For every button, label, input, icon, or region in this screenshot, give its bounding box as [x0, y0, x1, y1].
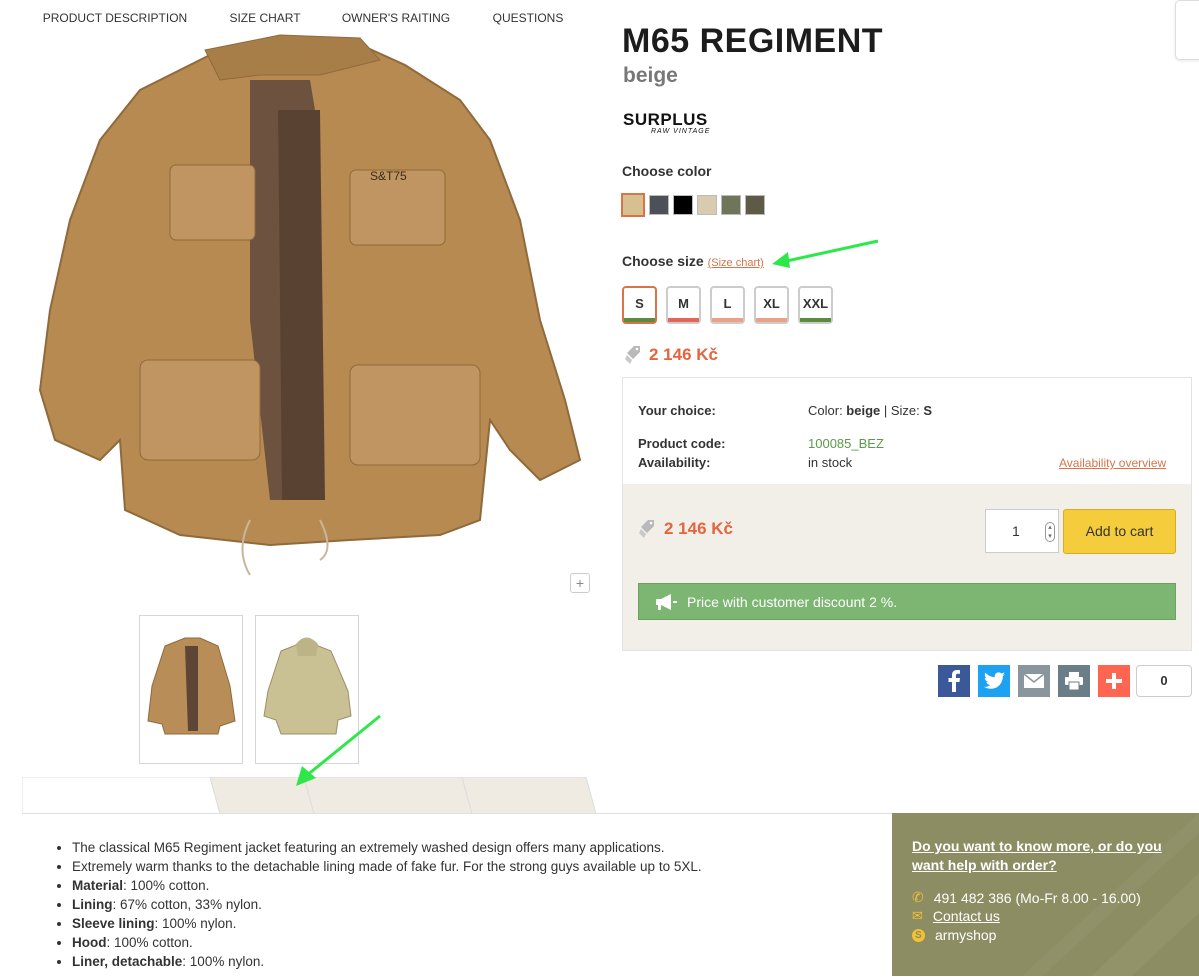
discount-text: Price with customer discount 2 %.: [687, 593, 898, 610]
size-option-l[interactable]: L: [710, 286, 745, 324]
facebook-share-button[interactable]: [938, 665, 970, 697]
discount-banner: Price with customer discount 2 %.: [638, 583, 1176, 620]
list-item: Extremely warm thanks to the detachable …: [72, 857, 892, 876]
quantity-value: 1: [1012, 523, 1020, 539]
phone-text: 491 482 386 (Mo-Fr 8.00 - 16.00): [933, 889, 1141, 906]
help-phone: ✆ 491 482 386 (Mo-Fr 8.00 - 16.00): [912, 889, 1141, 906]
product-color-subtitle: beige: [623, 64, 678, 87]
megaphone-icon: [656, 593, 677, 610]
choose-size-text: Choose size: [622, 253, 704, 269]
brand-logo[interactable]: SURPLUS RAW VINTAGE: [623, 110, 710, 135]
twitter-icon: [984, 672, 1005, 689]
choose-size-label: Choose size (Size chart): [622, 253, 764, 269]
size-option-s[interactable]: S: [622, 286, 657, 324]
tab-owners-rating[interactable]: OWNER'S RAITING: [314, 0, 478, 37]
color-swatches: [621, 193, 765, 217]
color-swatch-desert-camo[interactable]: [697, 195, 717, 215]
price-tag-icon: [639, 520, 654, 538]
buy-price: 2 146 Kč: [638, 519, 733, 539]
availability-value: in stock: [808, 455, 853, 470]
email-share-button[interactable]: [1018, 665, 1050, 697]
contact-us-link[interactable]: Contact us: [933, 908, 1000, 924]
color-swatch-beige[interactable]: [621, 193, 645, 217]
buy-price-value: 2 146 Kč: [664, 519, 733, 538]
share-count: 0: [1136, 665, 1192, 697]
brand-tagline: RAW VINTAGE: [651, 128, 711, 135]
help-contact: ✉ Contact us: [912, 908, 1000, 924]
size-options: S M L XL XXL: [622, 286, 833, 324]
choose-color-label: Choose color: [622, 163, 712, 179]
printer-icon: [1065, 672, 1083, 690]
list-item: Material: 100% cotton.: [72, 876, 892, 895]
facebook-icon: [948, 670, 960, 692]
annotation-arrow-icon: [296, 714, 381, 786]
list-item: Liner, detachable: 100% nylon.: [72, 952, 892, 971]
side-widget[interactable]: [1175, 0, 1199, 60]
zoom-button[interactable]: +: [570, 573, 590, 593]
list-item: Lining: 67% cotton, 33% nylon.: [72, 895, 892, 914]
tab-size-chart[interactable]: SIZE CHART: [218, 0, 312, 37]
annotation-arrow-icon: [772, 239, 879, 268]
price-value: 2 146 Kč: [649, 345, 718, 364]
availability-label: Availability:: [638, 455, 711, 470]
product-main-image[interactable]: S&T75: [20, 20, 600, 580]
list-item: Sleeve lining: 100% nylon.: [72, 914, 892, 933]
color-swatch-woodland-camo[interactable]: [745, 195, 765, 215]
price-tag-icon: [625, 346, 640, 364]
your-choice-value: Color: beige | Size: S: [808, 403, 933, 418]
print-button[interactable]: [1058, 665, 1090, 697]
tab-product-description[interactable]: PRODUCT DESCRIPTION: [22, 0, 208, 37]
description-list: The classical M65 Regiment jacket featur…: [52, 838, 892, 971]
availability-overview-link[interactable]: Availability overview: [1059, 456, 1166, 470]
color-swatch-olive[interactable]: [721, 195, 741, 215]
size-option-m[interactable]: M: [666, 286, 701, 324]
size-option-xl[interactable]: XL: [754, 286, 789, 324]
brand-name: SURPLUS: [623, 110, 708, 129]
tab-questions[interactable]: QUESTIONS: [472, 0, 584, 37]
plus-icon: [1106, 673, 1122, 689]
phone-icon: ✆: [912, 889, 924, 905]
quantity-stepper[interactable]: ▴ ▾: [1045, 522, 1055, 542]
list-item: The classical M65 Regiment jacket featur…: [72, 838, 892, 857]
twitter-share-button[interactable]: [978, 665, 1010, 697]
help-question-link[interactable]: Do you want to know more, or do you want…: [912, 837, 1182, 875]
list-item: Hood: 100% cotton.: [72, 933, 892, 952]
product-title: M65 REGIMENT: [622, 22, 884, 60]
add-to-cart-button[interactable]: Add to cart: [1063, 509, 1176, 554]
size-chart-link[interactable]: (Size chart): [708, 257, 764, 269]
price-top: 2 146 Kč: [624, 345, 718, 365]
skype-name[interactable]: armyshop: [935, 927, 996, 943]
email-icon: [1023, 673, 1045, 688]
email-icon: ✉: [912, 908, 923, 923]
color-swatch-black[interactable]: [673, 195, 693, 215]
product-code-label: Product code:: [638, 436, 726, 451]
size-option-xxl[interactable]: XXL: [798, 286, 833, 324]
color-swatch-washed-black-camo[interactable]: [649, 195, 669, 215]
your-choice-label: Your choice:: [638, 403, 716, 418]
help-skype: S armyshop: [912, 927, 996, 943]
thumbnail-front[interactable]: [139, 615, 243, 764]
quantity-input[interactable]: 1 ▴ ▾: [985, 509, 1059, 553]
svg-text:S&T75: S&T75: [370, 169, 407, 183]
skype-icon: S: [912, 928, 925, 942]
more-share-button[interactable]: [1098, 665, 1130, 697]
product-code-value: 100085_BEZ: [808, 436, 884, 451]
